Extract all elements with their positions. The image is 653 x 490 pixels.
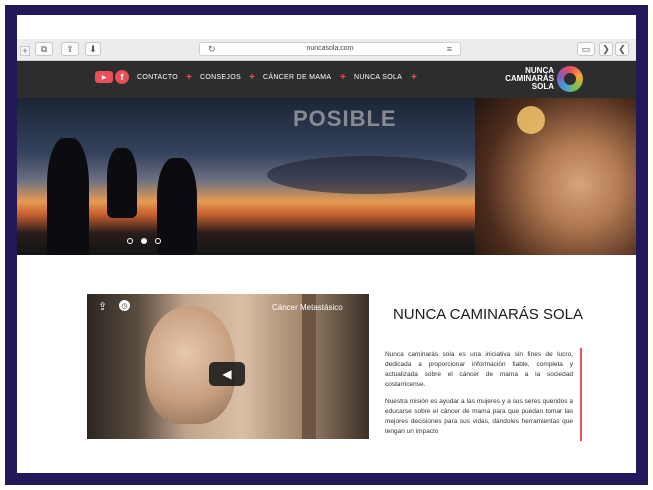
video-thumbnail-door [302, 294, 316, 439]
nav-separator-plus: + [249, 72, 255, 83]
share-icon[interactable]: ⇪ [61, 42, 79, 56]
article-paragraph: Nuestra misión es ayudar a las mujeres y… [385, 398, 573, 435]
nav-item-consejos[interactable]: CONSEJOS [200, 74, 241, 81]
nav-separator-plus: + [411, 72, 417, 83]
nav-separator-plus: + [340, 72, 346, 83]
silhouette-figure [47, 138, 89, 255]
silhouette-figure [157, 158, 197, 255]
watch-later-icon[interactable]: ◷ [119, 300, 130, 311]
forward-button[interactable]: ❯ [599, 42, 613, 56]
hero-overlay-text: POSIBLE [293, 106, 397, 131]
download-icon[interactable]: ⬇ [85, 42, 101, 56]
sidebar-icon[interactable]: ▭ [577, 42, 595, 56]
video-title[interactable]: Cáncer Metastásico [272, 303, 343, 312]
frame-right-bar [636, 5, 648, 485]
site-logo-icon[interactable] [557, 66, 583, 92]
new-tab-button[interactable]: + [20, 46, 30, 56]
frame-bottom-bar [5, 473, 648, 485]
nav-item-contacto[interactable]: CONTACTO [137, 74, 178, 81]
tabs-overview-icon[interactable]: ⧉ [35, 42, 53, 56]
site-navigation: ▶ f CONTACTO + CONSEJOS + CÁNCER DE MAMA… [17, 61, 636, 98]
silhouette-child [107, 148, 137, 218]
article-paragraph: Nunca caminarás sola es una iniciativa s… [385, 351, 573, 388]
hero-cloud [267, 156, 467, 194]
carousel-dot[interactable] [155, 238, 161, 244]
video-player[interactable]: ⇪ ◷ Cáncer Metastásico ◀ [87, 294, 369, 439]
logo-line: SOLA [531, 82, 554, 91]
nav-item-nunca-sola[interactable]: NUNCA SOLA [354, 74, 402, 81]
play-button[interactable]: ◀ [209, 362, 245, 386]
nav-separator-plus: + [186, 72, 192, 83]
reader-icon[interactable]: ≡ [447, 44, 452, 54]
back-button[interactable]: ❮ [615, 42, 629, 56]
site-logo-text[interactable]: NUNCA CAMINARÁS SOLA [494, 67, 554, 91]
carousel-dot-active[interactable] [141, 238, 147, 244]
nav-item-cancer-de-mama[interactable]: CÁNCER DE MAMA [263, 74, 331, 81]
browser-toolbar: ❮ ❯ ▭ ↻ nuncasola.com ≡ ⬇ ⇪ ⧉ [17, 39, 636, 61]
hero-carousel[interactable]: POSIBLE [17, 98, 636, 255]
article-accent-bar [580, 348, 582, 441]
url-text: nuncasola.com [306, 45, 354, 52]
frame-left-bar [5, 5, 17, 485]
article-title: NUNCA CAMINARÁS SOLA [392, 306, 583, 323]
hero-next-slide-image [475, 98, 636, 255]
hero-sun [517, 106, 545, 134]
address-bar[interactable]: ↻ nuncasola.com ≡ [199, 42, 461, 56]
carousel-dot[interactable] [127, 238, 133, 244]
browser-window: ❮ ❯ ▭ ↻ nuncasola.com ≡ ⬇ ⇪ ⧉ + ▶ f CONT… [17, 15, 636, 473]
youtube-icon[interactable]: ▶ [95, 71, 113, 83]
facebook-icon[interactable]: f [115, 70, 129, 84]
frame-top-bar [5, 5, 648, 15]
share-icon[interactable]: ⇪ [98, 300, 107, 313]
